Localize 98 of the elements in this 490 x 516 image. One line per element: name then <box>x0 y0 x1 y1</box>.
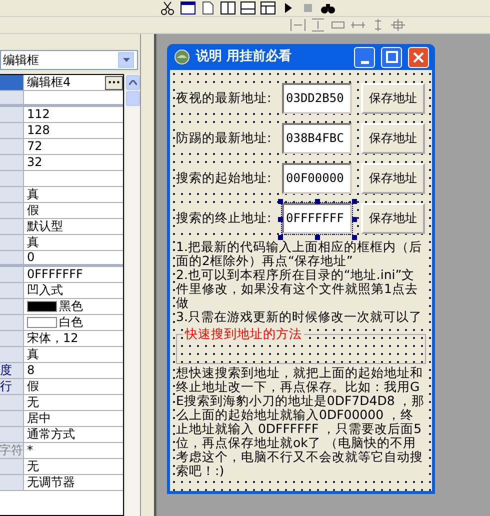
selection-handle[interactable] <box>352 234 357 240</box>
ellipsis-button[interactable]: ··· <box>105 76 123 90</box>
property-value: 编辑框4 <box>27 75 71 90</box>
property-value: 无 <box>27 459 39 474</box>
property-name-cell[interactable] <box>0 299 24 314</box>
selection-handle[interactable] <box>278 198 283 204</box>
property-name-cell[interactable] <box>0 107 24 122</box>
property-name-cell[interactable] <box>0 203 24 218</box>
property-value: 无 <box>27 395 39 410</box>
close-icon <box>413 52 424 62</box>
object-dropdown[interactable]: 编辑框 <box>0 50 138 70</box>
close-button[interactable] <box>408 46 429 68</box>
address-field[interactable]: 038B4FBC <box>282 122 352 154</box>
address-field[interactable]: 00F00000 <box>282 162 352 194</box>
property-value: 假 <box>27 379 39 394</box>
property-value: 凹入式 <box>27 283 63 298</box>
property-value: 0 <box>27 250 35 265</box>
selection-handle[interactable] <box>315 198 320 204</box>
address-field[interactable]: 03DD2B50 <box>282 82 352 114</box>
property-value: 72 <box>27 139 42 154</box>
property-value: 通常方式 <box>27 427 75 442</box>
property-value: 居中 <box>27 411 51 426</box>
selection-handle[interactable] <box>315 234 320 240</box>
property-value: 宋体，12 <box>27 331 78 346</box>
field-label: 搜索的起始地址: <box>176 168 282 188</box>
property-value: 128 <box>27 123 50 138</box>
app-icon <box>174 49 190 65</box>
group-title: 快速搜到地址的方法 <box>183 326 304 342</box>
property-value: 默认型 <box>27 219 63 234</box>
layout-icon[interactable] <box>240 1 256 15</box>
property-name-cell[interactable] <box>0 427 24 442</box>
property-value: 真 <box>27 347 39 362</box>
field-label: 搜索的终止地址: <box>176 208 282 228</box>
property-name-cell[interactable] <box>0 123 24 138</box>
scissors-icon[interactable] <box>160 1 176 15</box>
instruction-text: 1.把最新的代码输入上面相应的框框内（后面的2框除外）再点“保存地址” <box>176 240 423 268</box>
selection-handle[interactable] <box>278 216 283 222</box>
property-name-cell[interactable] <box>0 171 24 186</box>
window-icon[interactable] <box>180 1 196 15</box>
scrollbar-track[interactable] <box>124 74 140 516</box>
property-name-cell[interactable] <box>0 251 24 264</box>
property-name-cell[interactable] <box>0 219 24 234</box>
property-name-cell[interactable] <box>0 411 24 426</box>
instruction-text: 3.只需在游戏更新的时候修改一次就可以了 <box>176 310 423 324</box>
save-address-button[interactable]: 保存地址 <box>361 162 425 194</box>
grid-icon[interactable] <box>260 1 276 15</box>
property-value: 白色 <box>59 315 83 330</box>
property-name-cell[interactable]: 度 <box>0 363 24 378</box>
property-value: 真 <box>27 235 39 250</box>
field-label: 防踢的最新地址: <box>176 128 282 148</box>
property-name-cell[interactable] <box>0 315 24 330</box>
selection-handle[interactable] <box>278 234 283 240</box>
dropdown-value: 编辑框 <box>3 52 39 69</box>
save-address-button[interactable]: 保存地址 <box>361 122 425 154</box>
property-name-cell[interactable] <box>0 155 24 170</box>
property-value: 假 <box>27 203 39 218</box>
property-value: * <box>27 443 33 458</box>
address-field[interactable]: 0FFFFFFF <box>282 202 352 234</box>
property-name-cell[interactable] <box>0 91 24 104</box>
dropdown-arrow-icon <box>122 58 130 62</box>
document-icon[interactable] <box>200 1 216 15</box>
property-value: 8 <box>27 363 35 378</box>
minimize-icon <box>360 60 368 64</box>
property-value: 无调节器 <box>27 475 75 490</box>
scrollbar-thumb[interactable] <box>126 91 140 106</box>
property-name-cell[interactable] <box>0 347 24 362</box>
method-text: 想快速搜索到地址，就把上面的起始地址和终止地址改一下，再点保存。比如：我用GE搜索到海豹小刀的地址是0DF7D4D8 ，那么上面的起始地址就输入0DF00000 ，终止地址就输入 0DFFFFFF ，只需要改后面5位，再点保存地址就ok了 （电脑快的不用考虑这个，电脑不行又不会改就等它自动搜索吧！:) <box>176 366 426 478</box>
layout-icon[interactable] <box>220 1 236 15</box>
selection-handle[interactable] <box>352 198 357 204</box>
maximize-button[interactable] <box>381 46 402 68</box>
minimize-button[interactable] <box>354 46 375 68</box>
window-title: 说明 用挂前必看 <box>196 48 293 66</box>
property-name-cell[interactable]: 行 <box>0 379 24 394</box>
property-name-cell[interactable] <box>0 283 24 298</box>
property-name-cell[interactable] <box>0 267 24 282</box>
property-name-cell[interactable] <box>0 187 24 202</box>
property-name-cell[interactable] <box>0 75 24 90</box>
save-address-button[interactable]: 保存地址 <box>361 82 425 114</box>
scroll-up-button[interactable] <box>126 75 140 90</box>
property-name-cell[interactable] <box>0 139 24 154</box>
property-name-cell[interactable] <box>0 331 24 346</box>
instruction-text: 2.也可以到本程序所在目录的“地址.ini”文件里修改，如果没有这个文件就照第1点去做 <box>176 268 419 310</box>
splitter-bar[interactable] <box>140 34 156 516</box>
selection-handle[interactable] <box>352 216 357 222</box>
property-value: 黑色 <box>59 299 83 314</box>
property-name-cell[interactable] <box>0 395 24 410</box>
property-name-cell[interactable] <box>0 235 24 250</box>
maximize-icon <box>386 51 398 63</box>
resize-icon[interactable] <box>390 18 406 32</box>
save-address-button[interactable]: 保存地址 <box>361 202 425 234</box>
property-value: 0FFFFFFF <box>27 267 83 282</box>
field-label: 夜视的最新地址: <box>176 88 282 108</box>
property-value: 112 <box>27 107 50 122</box>
binoculars-icon[interactable] <box>320 1 336 15</box>
property-name-cell[interactable] <box>0 459 24 474</box>
property-value: 32 <box>27 155 42 170</box>
property-value: 真 <box>27 187 39 202</box>
property-name-cell[interactable] <box>0 475 24 490</box>
